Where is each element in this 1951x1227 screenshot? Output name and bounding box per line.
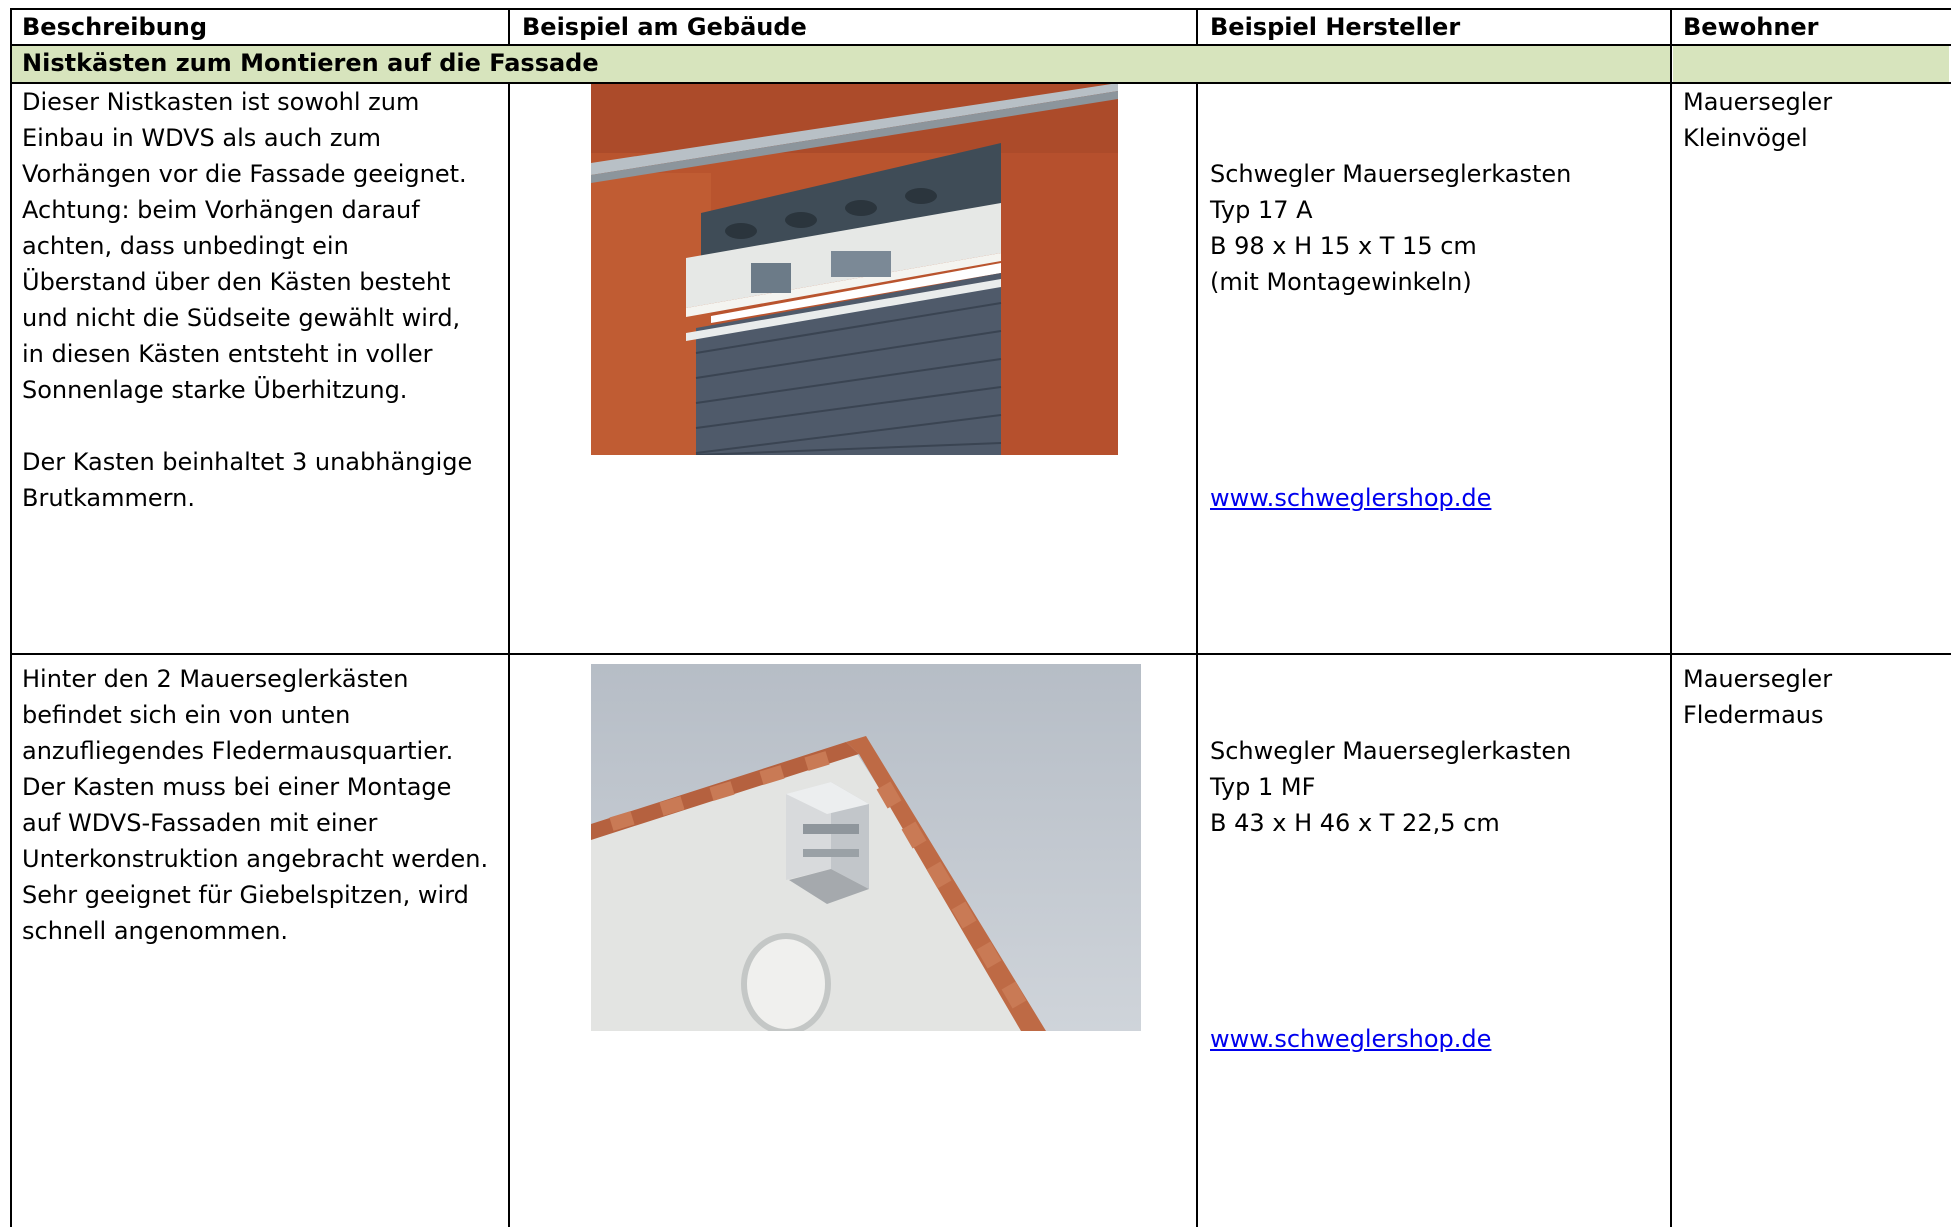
header-residents: Bewohner	[1683, 13, 1819, 41]
row-2-spacer	[1210, 913, 1660, 949]
grid-line-top	[10, 8, 1951, 10]
grid-line-col-1-head	[508, 8, 510, 46]
grid-line-col-1	[508, 82, 510, 1227]
document-page: Beschreibung Beispiel am Gebäude Beispie…	[0, 0, 1951, 1227]
row-1-residents: Mauersegler Kleinvögel	[1683, 88, 1833, 152]
header-description: Beschreibung	[22, 13, 208, 41]
photo-facade-nest-box	[591, 83, 1118, 455]
grid-line-col-3	[1670, 8, 1672, 1227]
row-1-spacer	[1210, 372, 1660, 408]
section-title: Nistkästen zum Montieren auf die Fassade	[12, 46, 1670, 82]
gable-nest-box-image	[591, 664, 1141, 1031]
row-2-manufacturer: Schwegler Mauerseglerkasten Typ 1 MF B 4…	[1210, 737, 1572, 837]
row-1-manufacturer-link[interactable]: www.schweglershop.de	[1210, 480, 1660, 516]
section-residents-empty	[1673, 46, 1949, 82]
grid-line-col-2	[1196, 82, 1198, 1227]
row-1-manufacturer-cell: Schwegler Mauerseglerkasten Typ 17 A B 9…	[1200, 84, 1670, 644]
grid-line-row-1-bottom	[10, 653, 1951, 655]
facade-nest-box-image	[591, 83, 1118, 455]
row-2-manufacturer-link[interactable]: www.schweglershop.de	[1210, 1021, 1660, 1057]
grid-line-col-2-head	[1196, 8, 1198, 46]
header-building-example: Beispiel am Gebäude	[522, 13, 807, 41]
row-1-description: Dieser Nistkasten ist sowohl zum Einbau …	[22, 88, 473, 512]
header-manufacturer-example: Beispiel Hersteller	[1210, 13, 1461, 41]
row-2-residents: Mauersegler Fledermaus	[1683, 665, 1833, 729]
row-2-description: Hinter den 2 Mauerseglerkästen befindet …	[22, 665, 489, 945]
grid-line-header-bottom	[10, 44, 1951, 46]
grid-line-left	[10, 8, 12, 1227]
row-1-manufacturer: Schwegler Mauerseglerkasten Typ 17 A B 9…	[1210, 160, 1572, 296]
photo-gable-nest-box	[591, 664, 1141, 1031]
grid-line-section-bottom	[10, 82, 1951, 84]
row-2-manufacturer-cell: Schwegler Mauerseglerkasten Typ 1 MF B 4…	[1200, 661, 1670, 1227]
